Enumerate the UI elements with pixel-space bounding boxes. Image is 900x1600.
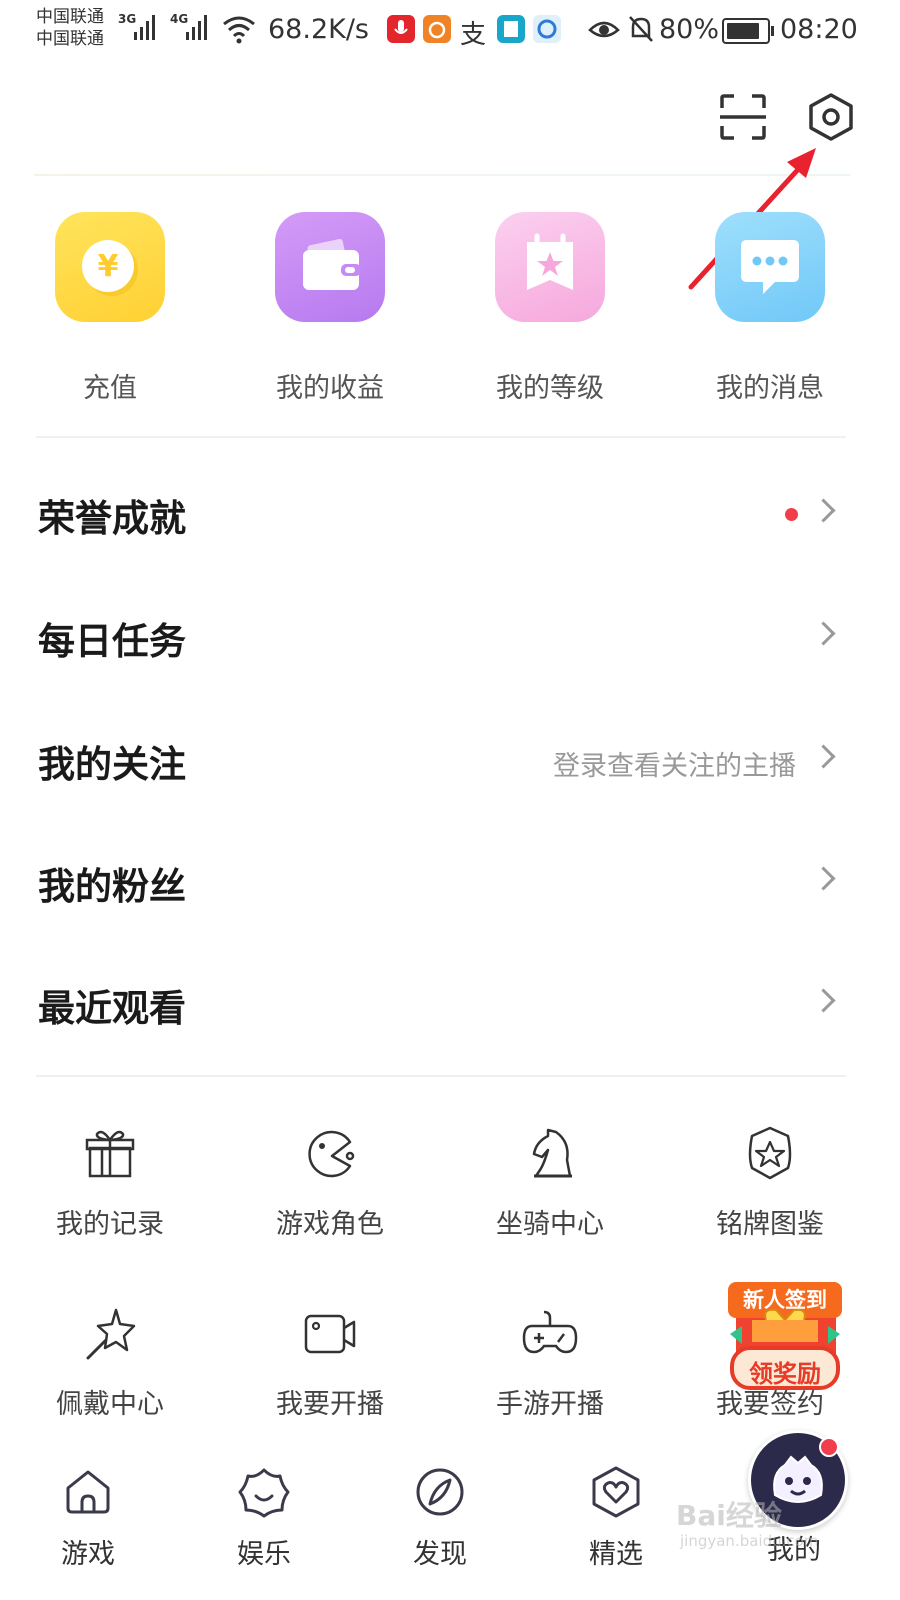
tool-label: 我要开播 — [276, 1389, 384, 1420]
menu-item-title: 荣誉成就 — [38, 497, 186, 540]
menu-item-title: 我的粉丝 — [38, 865, 186, 908]
tab-label: 发现 — [413, 1539, 467, 1570]
level-badge-icon — [495, 212, 605, 322]
shield-star-icon — [748, 1126, 792, 1180]
tool-game-roles[interactable]: 游戏角色 — [220, 1124, 440, 1241]
microphone-app-icon — [387, 15, 415, 43]
tool-mount-center[interactable]: 坐骑中心 — [440, 1124, 660, 1241]
my-earnings-label: 我的收益 — [276, 373, 384, 404]
my-level-label: 我的等级 — [496, 373, 604, 404]
menu-item-my-fans[interactable]: 我的粉丝 — [38, 840, 838, 920]
menu-item-recently-watched[interactable]: 最近观看 — [38, 962, 838, 1042]
tab-label: 娱乐 — [237, 1539, 291, 1570]
recharge-label: 充值 — [83, 373, 137, 404]
settings-hexagon-icon[interactable] — [806, 92, 856, 142]
carrier-1: 中国联通 — [36, 7, 104, 27]
tab-entertainment[interactable]: 娱乐 — [204, 1464, 324, 1571]
message-bubble-icon — [715, 212, 825, 322]
header-banner-edge — [34, 174, 850, 176]
wifi-icon — [223, 16, 255, 44]
my-messages-button[interactable]: 我的消息 — [660, 212, 880, 405]
tool-label: 铭牌图鉴 — [716, 1209, 824, 1240]
tab-games[interactable]: 游戏 — [28, 1464, 148, 1571]
video-camera-icon — [304, 1314, 356, 1354]
tool-mobile-game-live[interactable]: 手游开播 — [440, 1304, 660, 1421]
star-wand-icon — [86, 1308, 136, 1360]
menu-item-honor-achievements[interactable]: 荣誉成就 — [38, 472, 838, 552]
my-level-button[interactable]: 我的等级 — [440, 212, 660, 405]
heart-shield-icon — [592, 1466, 640, 1518]
tab-discover[interactable]: 发现 — [380, 1464, 500, 1571]
tool-label: 佩戴中心 — [56, 1389, 164, 1420]
mute-bell-icon — [629, 16, 653, 42]
tab-label: 精选 — [589, 1539, 643, 1570]
menu-item-title: 最近观看 — [38, 987, 186, 1030]
svg-text:¥: ¥ — [98, 249, 119, 284]
notification-dot — [785, 508, 798, 521]
divider — [36, 1075, 846, 1077]
watermark-brand: Bai经验 — [676, 1499, 782, 1532]
gift-icon — [85, 1130, 135, 1178]
watermark-url: jingyan.baidu.com — [680, 1532, 819, 1550]
wallet-icon — [275, 212, 385, 322]
signal-strength-icon — [134, 14, 160, 40]
tool-start-live[interactable]: 我要开播 — [220, 1304, 440, 1421]
reader-app-icon — [497, 15, 525, 43]
tool-label: 坐骑中心 — [496, 1209, 604, 1240]
battery-icon — [722, 18, 774, 44]
menu-item-hint: 登录查看关注的主播 — [553, 751, 796, 782]
tab-label: 游戏 — [61, 1539, 115, 1570]
chevron-right-icon — [811, 988, 836, 1013]
chevron-right-icon — [811, 621, 836, 646]
tool-my-records[interactable]: 我的记录 — [0, 1124, 220, 1241]
eye-comfort-icon — [588, 21, 620, 38]
scan-icon[interactable] — [718, 92, 768, 142]
network-speed: 68.2K/s — [268, 14, 369, 45]
alipay-icon: 支 — [460, 20, 487, 50]
compass-icon — [416, 1468, 464, 1516]
chevron-right-icon — [811, 866, 836, 891]
chess-knight-icon — [532, 1128, 572, 1178]
tool-label: 游戏角色 — [276, 1209, 384, 1240]
divider — [36, 436, 846, 438]
coin-yuan-icon: ¥ — [55, 212, 165, 322]
promo-title: 新人签到 — [743, 1288, 827, 1312]
chevron-right-icon — [811, 498, 836, 523]
flower-icon — [238, 1468, 290, 1518]
gamepad-icon — [522, 1310, 578, 1354]
new-user-checkin-promo[interactable]: 新人签到 领奖励 — [722, 1278, 848, 1396]
signal-strength-icon — [186, 14, 212, 40]
tab-featured[interactable]: 精选 — [556, 1464, 676, 1571]
menu-item-title: 每日任务 — [38, 620, 186, 663]
pacman-icon — [308, 1130, 355, 1178]
notification-dot — [819, 1437, 839, 1457]
promo-subtitle: 领奖励 — [749, 1360, 821, 1388]
clock: 08:20 — [780, 14, 858, 45]
home-icon — [66, 1470, 110, 1514]
carrier-labels: 中国联通 中国联通 — [36, 6, 104, 50]
my-earnings-button[interactable]: 我的收益 — [220, 212, 440, 405]
browser-app-icon — [533, 15, 561, 43]
tool-wear-center[interactable]: 佩戴中心 — [0, 1304, 220, 1421]
tool-label: 手游开播 — [496, 1389, 604, 1420]
recharge-button[interactable]: ¥ 充值 — [0, 212, 220, 405]
menu-item-title: 我的关注 — [38, 743, 186, 786]
uc-browser-icon — [423, 15, 451, 43]
status-bar: 中国联通 中国联通 3G 4G 68.2K/s 支 80% 08:20 — [0, 0, 900, 62]
tool-nameplate-gallery[interactable]: 铭牌图鉴 — [660, 1124, 880, 1241]
menu-item-daily-tasks[interactable]: 每日任务 — [38, 595, 838, 675]
battery-percent: 80% — [659, 14, 720, 45]
carrier-2: 中国联通 — [36, 29, 104, 49]
menu-item-my-follows[interactable]: 我的关注 登录查看关注的主播 — [38, 718, 838, 798]
tool-label: 我的记录 — [56, 1209, 164, 1240]
my-messages-label: 我的消息 — [716, 373, 824, 404]
chevron-right-icon — [811, 744, 836, 769]
